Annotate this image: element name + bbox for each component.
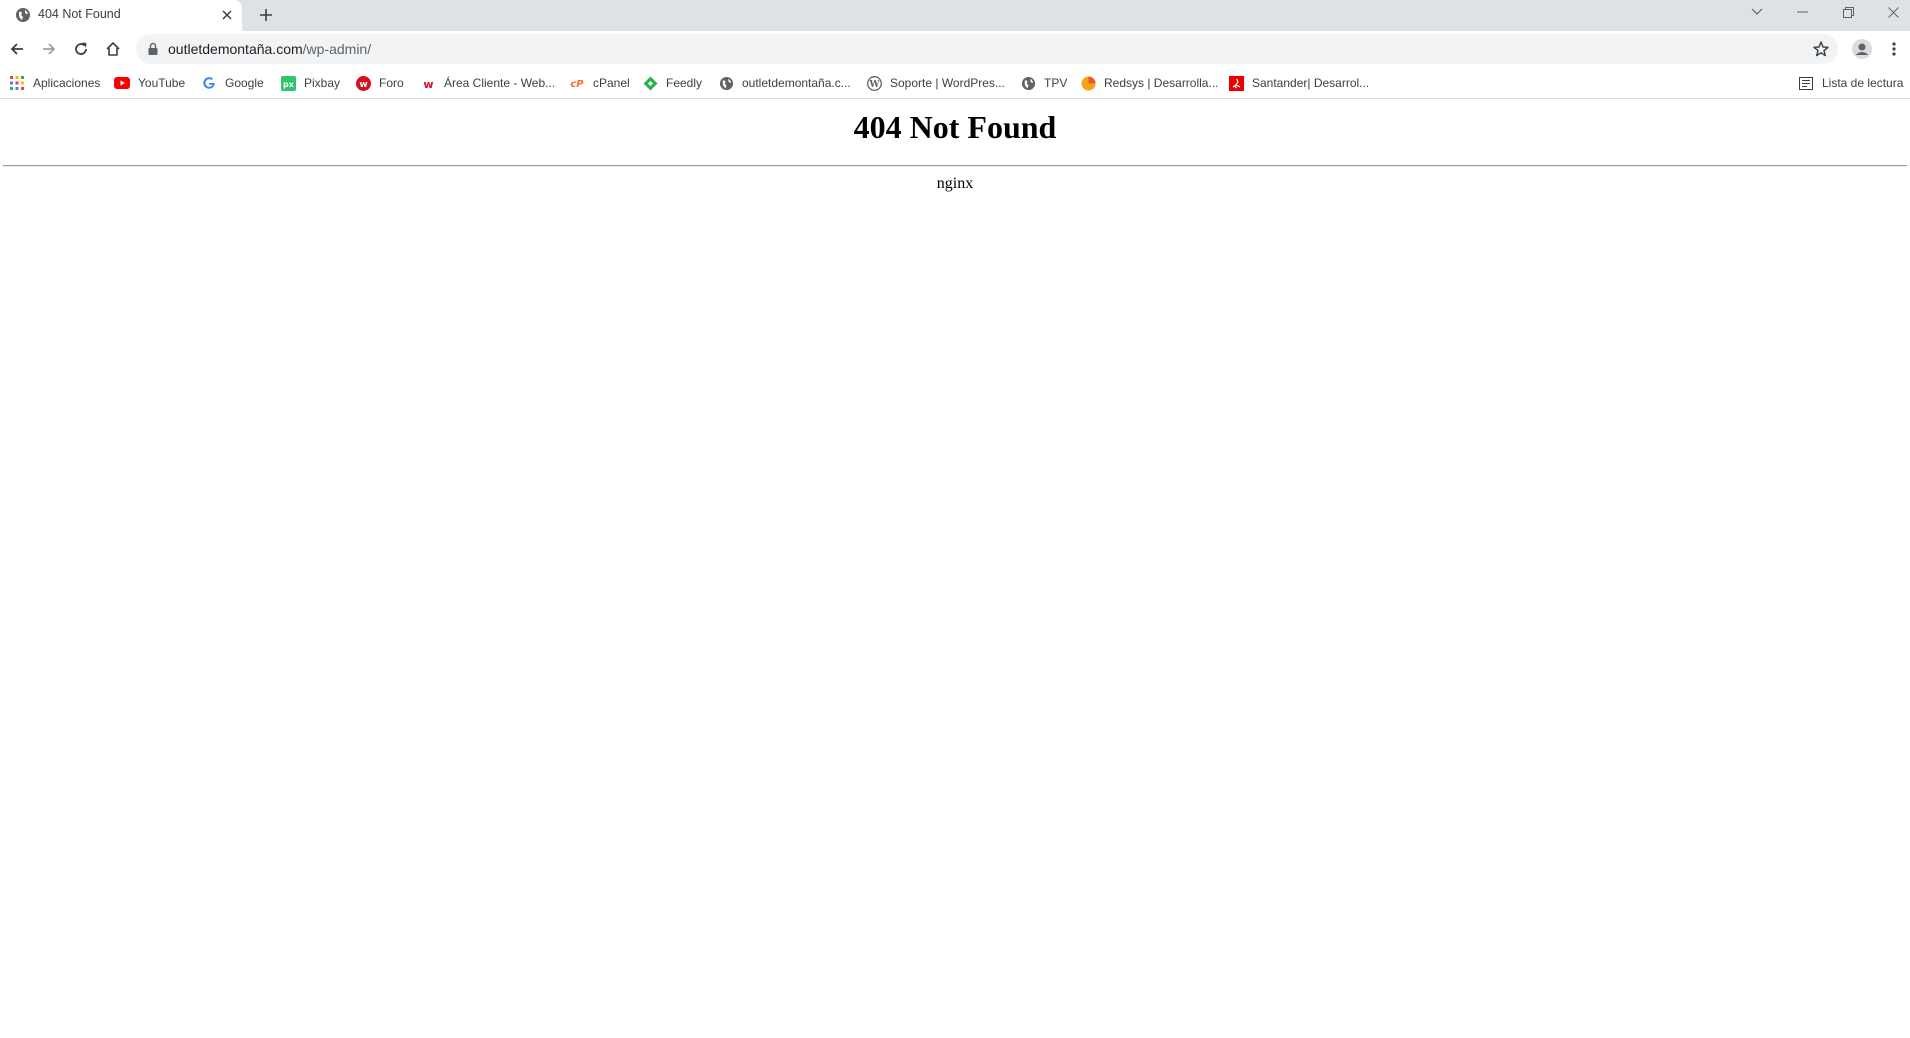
address-bar[interactable]: outletdemontaña.com/wp-admin/ [136,34,1838,64]
youtube-icon [114,75,130,91]
bookmark-label: cPanel [593,76,630,90]
close-window-icon[interactable] [1870,0,1910,24]
globe-icon [1020,75,1036,91]
svg-text:px: px [283,80,295,89]
url-text: outletdemontaña.com/wp-admin/ [168,41,371,57]
apps-grid-icon [9,75,25,91]
reload-icon[interactable] [69,37,93,61]
bookmark-label: YouTube [138,76,186,90]
bookmark-label: Foro [379,76,404,90]
forward-arrow-icon[interactable] [37,37,61,61]
url-path: /wp-admin/ [302,41,372,57]
cpanel-icon: cP [569,75,585,91]
back-arrow-icon[interactable] [5,37,29,61]
browser-toolbar: outletdemontaña.com/wp-admin/ [0,31,1910,67]
reading-list-icon [1798,75,1814,91]
profile-avatar-icon[interactable] [1850,37,1874,61]
bookmark-feedly[interactable]: Feedly [642,67,702,99]
bookmark-label: Google [225,76,264,90]
bookmark-foro[interactable]: w Foro [355,67,404,99]
bookmark-outletdemontana[interactable]: outletdemontaña.c... [718,67,851,99]
svg-text:w: w [423,78,433,91]
tab-active[interactable]: 404 Not Found [0,0,242,31]
bookmark-label: Soporte | WordPres... [890,76,1005,90]
reading-list-button[interactable]: Lista de lectura [1798,67,1903,99]
bookmark-soporte-wordpress[interactable]: W Soporte | WordPres... [866,67,1005,99]
new-tab-icon[interactable] [256,5,276,25]
wordpress-icon: W [866,75,882,91]
redsys-icon [1080,75,1096,91]
globe-icon [718,75,734,91]
webempresa-icon: w [420,75,436,91]
bookmark-aplicaciones[interactable]: Aplicaciones [9,67,100,99]
bookmark-youtube[interactable]: YouTube [114,67,185,99]
url-host: outletdemontaña.com [168,41,303,57]
server-signature: nginx [936,175,974,192]
bookmark-cpanel[interactable]: cP cPanel [569,67,630,99]
bookmark-label: Santander| Desarrol... [1252,76,1370,90]
santander-icon [1228,75,1244,91]
foro-icon: w [355,75,371,91]
bookmark-label: Redsys | Desarrolla... [1104,76,1219,90]
page-content: 404 Not Found nginx [0,100,1910,1038]
bookmark-label: TPV [1044,76,1068,90]
minimize-icon[interactable] [1779,0,1825,24]
tab-title: 404 Not Found [38,7,121,21]
svg-text:cP: cP [570,79,584,89]
bookmark-area-cliente[interactable]: w Área Cliente - Web... [420,67,555,99]
reading-list-label: Lista de lectura [1822,76,1904,90]
bookmark-label: Área Cliente - Web... [444,76,556,90]
pixbay-icon: px [280,75,296,91]
home-icon[interactable] [101,37,125,61]
bookmark-label: Feedly [666,76,703,90]
bookmark-redsys[interactable]: Redsys | Desarrolla... [1080,67,1219,99]
close-tab-icon[interactable] [219,7,235,23]
bookmark-google[interactable]: Google [201,67,264,99]
bookmarks-bar: Aplicaciones YouTube Google px Pixbay w … [0,67,1910,99]
feedly-icon [642,75,658,91]
bookmark-label: outletdemontaña.c... [742,76,851,90]
bookmark-label: Pixbay [304,76,341,90]
globe-icon [15,7,31,23]
lock-icon[interactable] [146,42,160,56]
bookmark-label: Aplicaciones [33,76,101,90]
restore-icon[interactable] [1825,0,1871,24]
error-heading: 404 Not Found [853,109,1057,145]
bookmark-pixbay[interactable]: px Pixbay [280,67,340,99]
tab-strip: 404 Not Found [0,0,1910,31]
divider [3,165,1907,167]
bookmark-santander[interactable]: Santander| Desarrol... [1228,67,1369,99]
bookmark-star-icon[interactable] [1812,40,1830,58]
google-icon [201,75,217,91]
bookmark-tpv[interactable]: TPV [1020,67,1067,99]
tab-search-chevron-icon[interactable] [1734,0,1780,24]
svg-text:w: w [359,80,367,90]
menu-kebab-icon[interactable] [1882,37,1906,61]
svg-text:W: W [868,80,880,90]
